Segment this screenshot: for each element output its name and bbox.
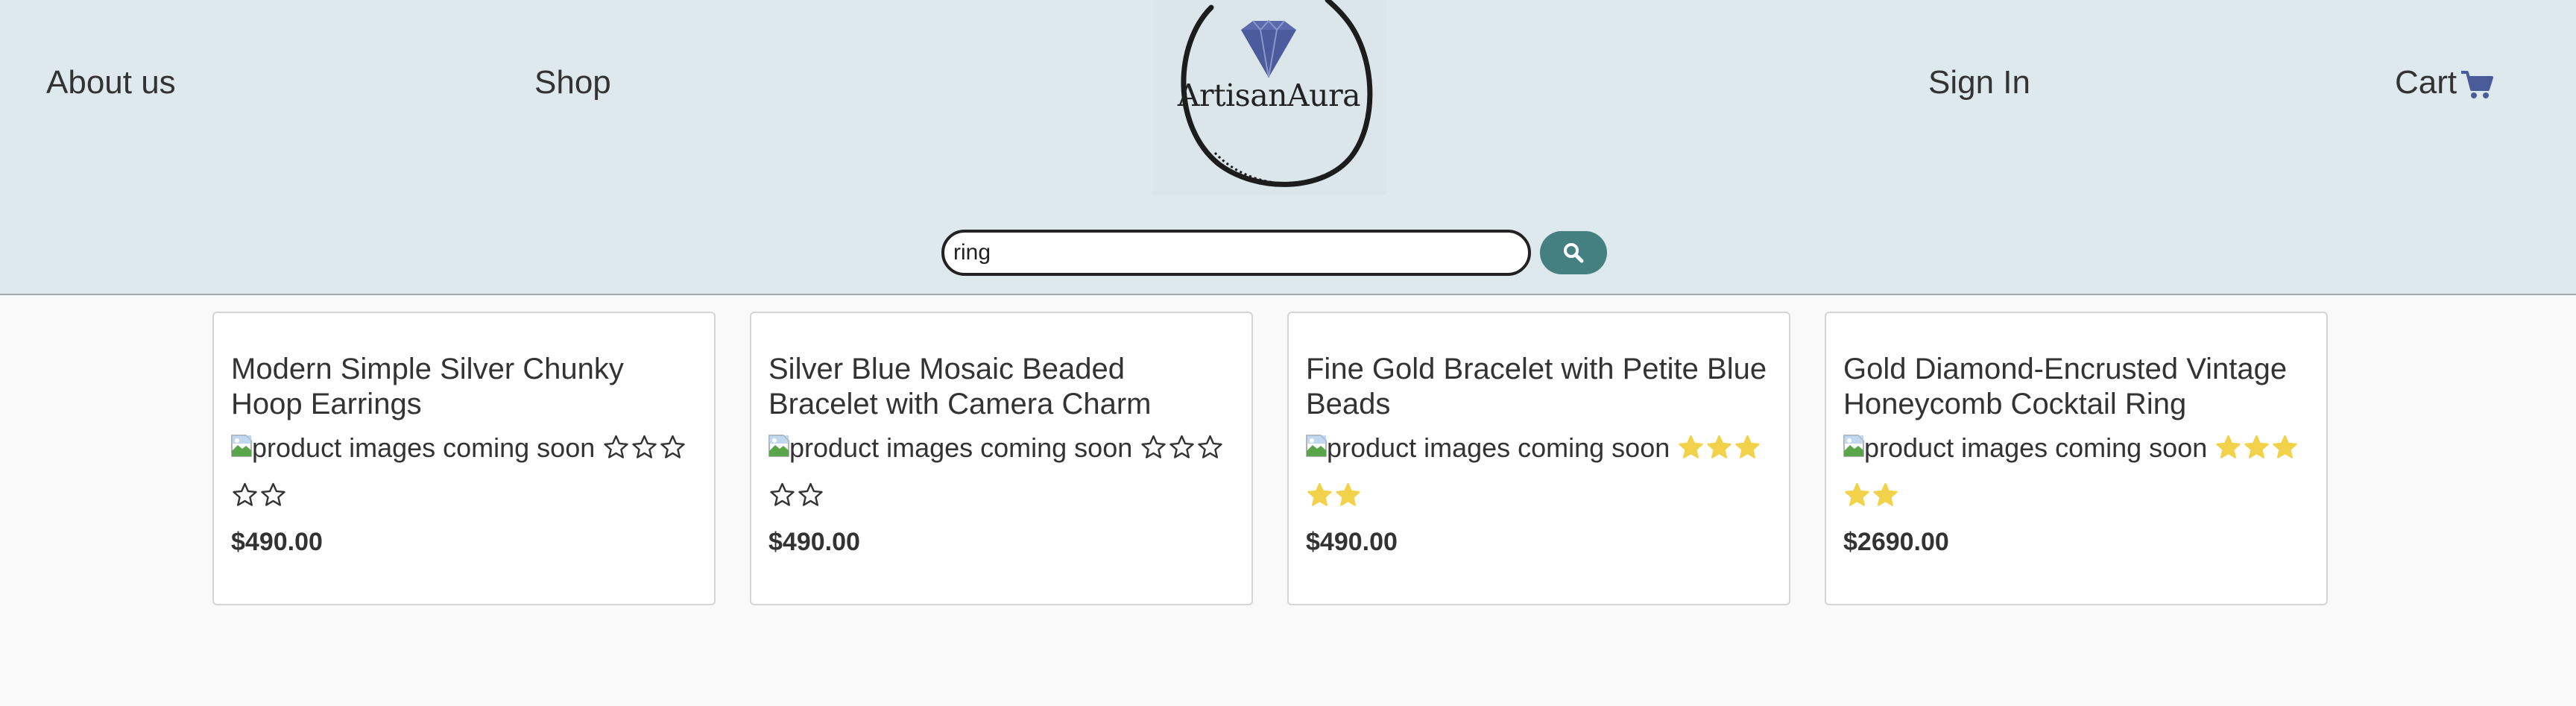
product-media: product images coming soon [1843,424,2310,520]
product-title[interactable]: Gold Diamond-Encrusted Vintage Honeycomb… [1843,352,2310,422]
product-image-alt: product images coming soon [1327,432,1670,463]
product-title[interactable]: Fine Gold Bracelet with Petite Blue Bead… [1306,352,1772,422]
product-image[interactable]: product images coming soon [1306,424,1670,472]
star-empty-icon [1141,435,1166,458]
broken-image-icon [1843,424,1864,457]
product-title[interactable]: Modern Simple Silver Chunky Hoop Earring… [231,352,698,422]
star-filled-icon [1336,482,1360,506]
product-price: $2690.00 [1843,528,1949,556]
star-empty-icon [233,482,257,506]
search-input[interactable] [941,230,1531,276]
product-image-alt: product images coming soon [789,432,1133,463]
product-card[interactable]: Gold Diamond-Encrusted Vintage Honeycomb… [1825,312,2328,605]
star-empty-icon [770,482,795,506]
star-filled-icon [2273,435,2297,458]
star-filled-icon [1873,482,1898,506]
product-media: product images coming soon [768,424,1235,520]
star-empty-icon [604,435,628,458]
product-price: $490.00 [1306,528,1398,556]
search-icon [1564,243,1584,263]
star-filled-icon [1735,435,1760,458]
brand-name: ArtisanAura [1177,78,1361,113]
product-media: product images coming soon [1306,424,1772,520]
star-empty-icon [632,435,657,458]
star-filled-icon [2244,435,2269,458]
product-image-alt: product images coming soon [252,432,596,463]
star-empty-icon [1198,435,1222,458]
star-filled-icon [1845,482,1869,506]
broken-image-icon [1306,424,1327,457]
star-filled-icon [1679,435,1703,458]
brand-logo[interactable]: ArtisanAura [1152,0,1386,195]
cart-label: Cart [2395,64,2457,101]
star-filled-icon [2216,435,2241,458]
product-price: $490.00 [768,528,860,556]
product-title[interactable]: Silver Blue Mosaic Beaded Bracelet with … [768,352,1235,422]
product-price: $490.00 [231,528,323,556]
cart-icon [2461,71,2494,98]
product-image[interactable]: product images coming soon [231,424,595,472]
star-filled-icon [1307,482,1332,506]
product-image[interactable]: product images coming soon [1843,424,2207,472]
broken-image-icon [768,424,789,457]
nav-shop-link[interactable]: Shop [534,58,611,107]
star-empty-icon [261,482,285,506]
product-card[interactable]: Silver Blue Mosaic Beaded Bracelet with … [750,312,1253,605]
broken-image-icon [231,424,252,457]
star-filled-icon [1707,435,1731,458]
star-empty-icon [798,482,823,506]
search-bar [941,230,1607,276]
product-card[interactable]: Fine Gold Bracelet with Petite Blue Bead… [1287,312,1790,605]
product-image[interactable]: product images coming soon [768,424,1132,472]
product-image-alt: product images coming soon [1864,432,2208,463]
site-header: About us Shop ArtisanAura Sign In Cart [0,0,2576,295]
nav-cart-link[interactable]: Cart [2395,58,2494,107]
star-empty-icon [1169,435,1194,458]
nav-about-link[interactable]: About us [46,58,176,107]
star-empty-icon [660,435,685,458]
diamond-icon [1241,19,1296,78]
search-button[interactable] [1540,231,1607,274]
product-grid: Modern Simple Silver Chunky Hoop Earring… [212,312,2328,605]
product-card[interactable]: Modern Simple Silver Chunky Hoop Earring… [212,312,716,605]
product-media: product images coming soon [231,424,698,520]
nav-signin-link[interactable]: Sign In [1928,58,2030,107]
